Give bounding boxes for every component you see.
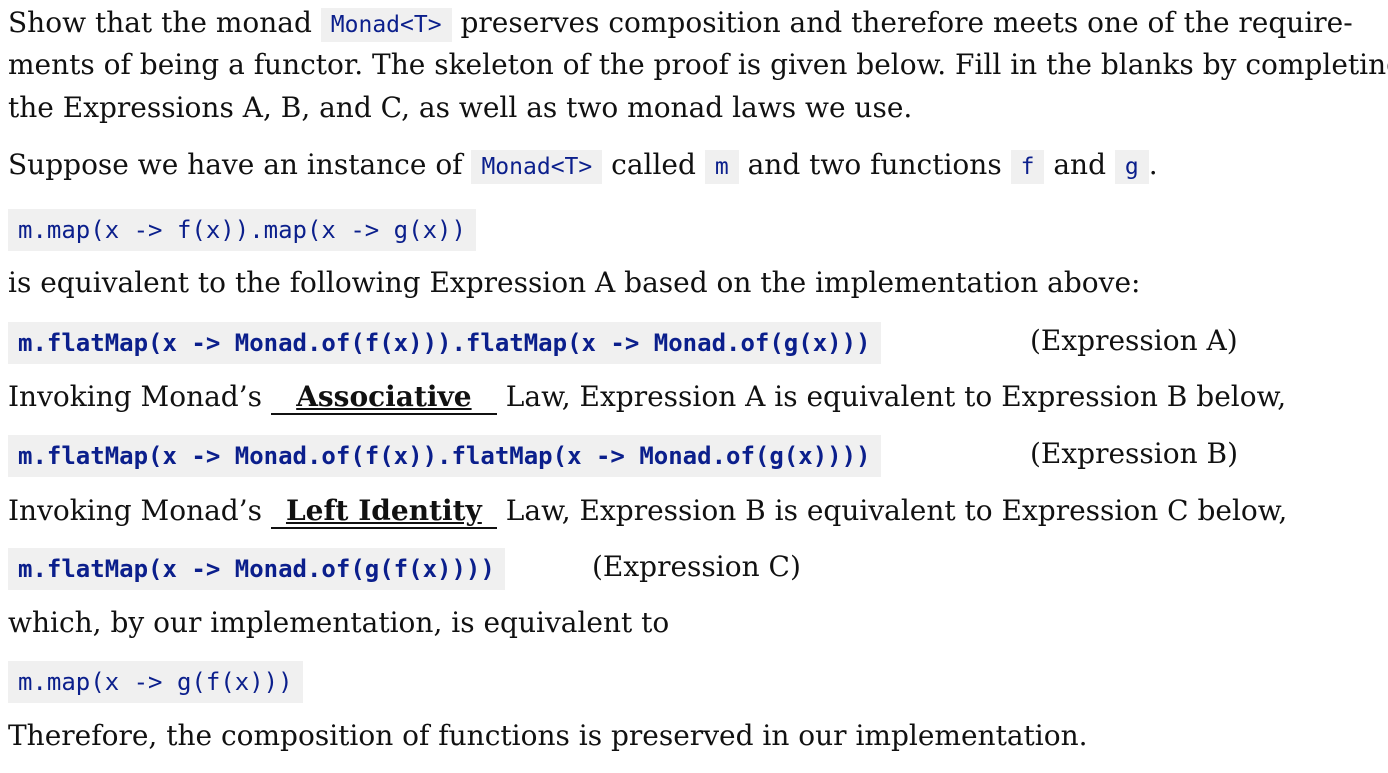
suppose-line: Suppose we have an instance of Monad<T> … xyxy=(8,145,1158,187)
suppose-text-5: . xyxy=(1148,148,1158,181)
start-expression-code: m.map(x -> f(x)).map(x -> g(x)) xyxy=(8,209,476,251)
intro-line-2: ments of being a functor. The skeleton o… xyxy=(8,48,1388,81)
invoke-2-suffix: Law, Expression B is equivalent to Expre… xyxy=(496,494,1288,527)
equivalent-text: is equivalent to the following Expressio… xyxy=(8,266,1141,299)
intro-text-2: preserves composition and therefore meet… xyxy=(451,6,1353,39)
suppose-text-1: Suppose we have an instance of xyxy=(8,148,472,181)
invoke-1-suffix: Law, Expression A is equivalent to Expre… xyxy=(496,380,1287,413)
function-f-code: f xyxy=(1010,150,1045,184)
invoke-1-prefix: Invoking Monad’s xyxy=(8,380,271,413)
expression-c-code: m.flatMap(x -> Monad.of(g(f(x)))) xyxy=(8,548,505,590)
suppose-text-3: and two functions xyxy=(738,148,1011,181)
intro-text-1: Show that the monad xyxy=(8,6,321,39)
invoke-left-identity-line: Invoking Monad’s Left Identity Law, Expr… xyxy=(8,491,1287,531)
instance-m-code: m xyxy=(704,150,739,184)
expression-c-label: (Expression C) xyxy=(592,550,801,583)
suppose-text-2: called xyxy=(602,148,705,181)
which-text: which, by our implementation, is equival… xyxy=(8,606,670,639)
law-blank-associative: Associative xyxy=(270,381,497,415)
invoke-associative-line: Invoking Monad’s Associative Law, Expres… xyxy=(8,377,1286,417)
document-page: Show that the monad Monad<T> preserves c… xyxy=(0,0,1388,773)
monad-type-code: Monad<T> xyxy=(320,8,452,42)
conclusion-text: Therefore, the composition of functions … xyxy=(8,719,1088,752)
expression-b-code: m.flatMap(x -> Monad.of(f(x)).flatMap(x … xyxy=(8,435,881,477)
suppose-text-4: and xyxy=(1044,148,1115,181)
monad-type-code-2: Monad<T> xyxy=(471,150,603,184)
end-expression-code: m.map(x -> g(f(x))) xyxy=(8,661,303,703)
expression-a-code: m.flatMap(x -> Monad.of(f(x))).flatMap(x… xyxy=(8,322,881,364)
expression-b-label: (Expression B) xyxy=(1030,437,1239,470)
intro-line-1: Show that the monad Monad<T> preserves c… xyxy=(8,3,1353,45)
function-g-code: g xyxy=(1114,150,1149,184)
intro-line-3: the Expressions A, B, and C, as well as … xyxy=(8,91,913,124)
invoke-2-prefix: Invoking Monad’s xyxy=(8,494,271,527)
expression-a-label: (Expression A) xyxy=(1030,324,1238,357)
law-blank-left-identity: Left Identity xyxy=(270,495,497,529)
